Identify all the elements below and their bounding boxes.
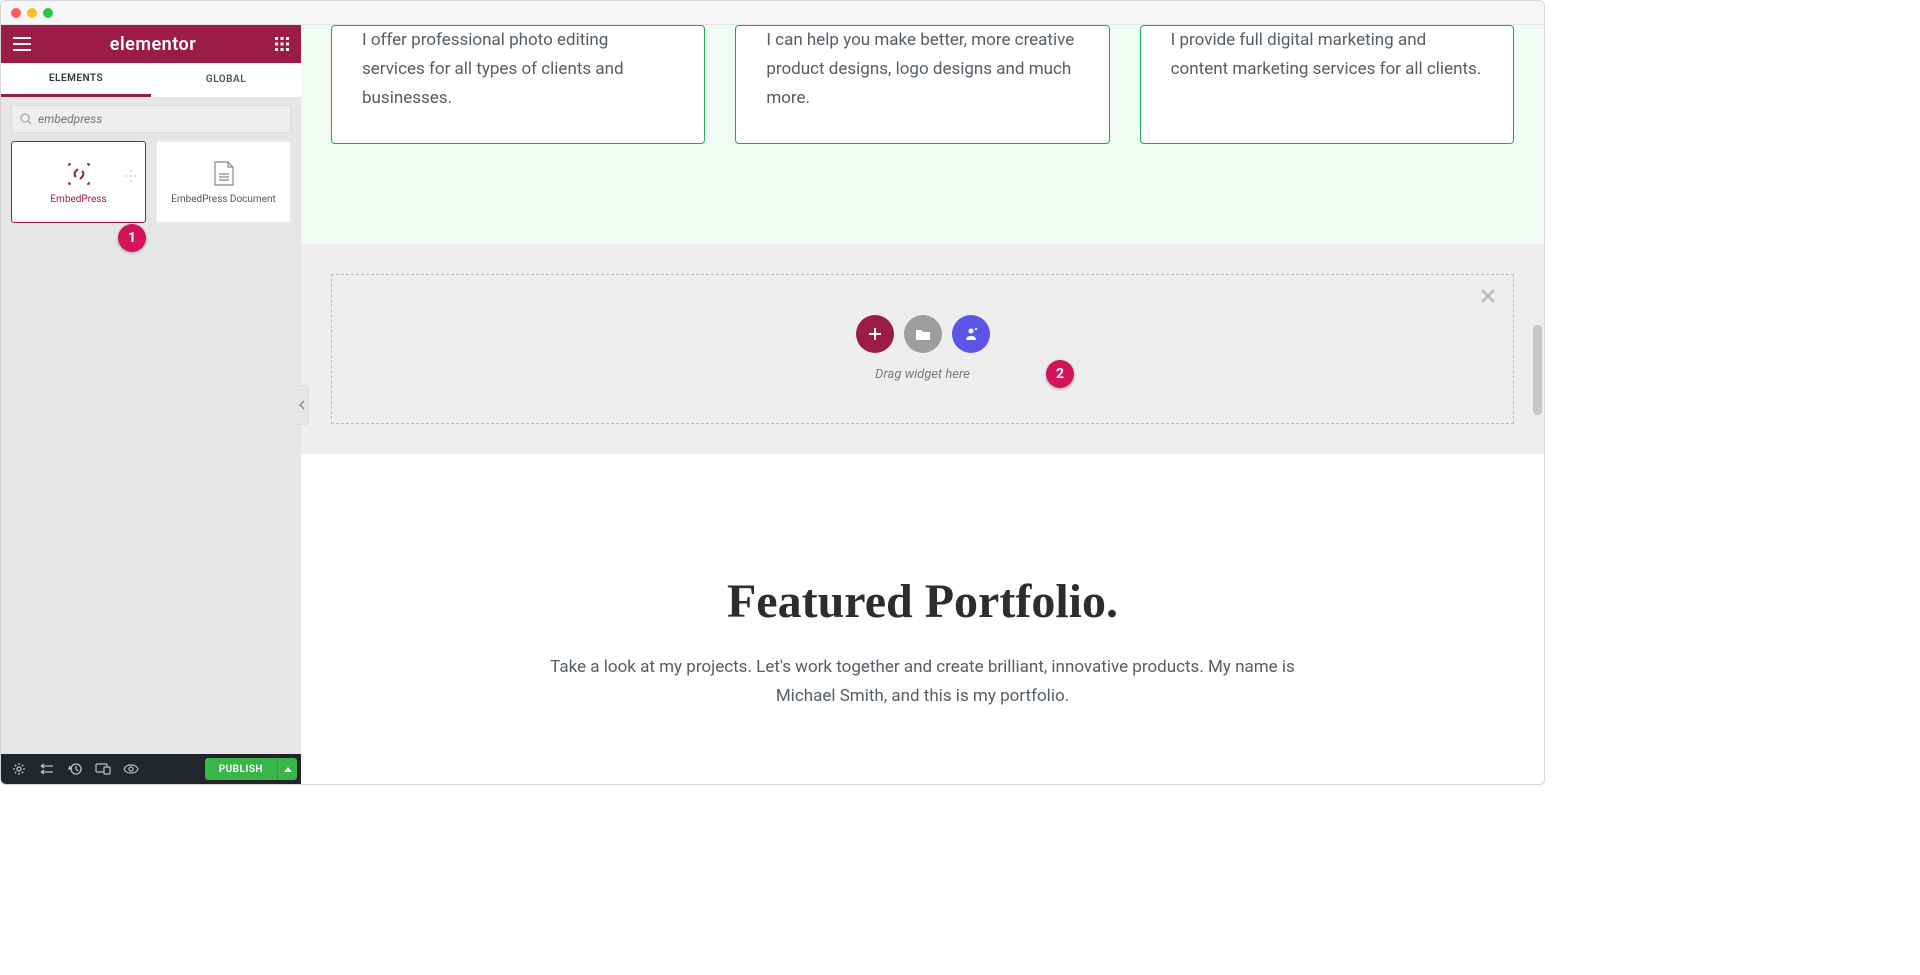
window-title-bar: [1, 1, 1544, 25]
close-icon[interactable]: [1479, 287, 1497, 305]
ai-button[interactable]: [952, 315, 990, 353]
widget-search[interactable]: [11, 105, 291, 133]
elementor-logo: elementor: [110, 34, 196, 55]
add-section-button[interactable]: [856, 315, 894, 353]
elementor-sidebar: elementor ELEMENTS GLOBAL: [1, 25, 301, 784]
scrollbar-thumb[interactable]: [1533, 325, 1542, 415]
widget-label: EmbedPress Document: [171, 194, 276, 205]
window-minimize-icon[interactable]: [27, 8, 37, 18]
service-text: I offer professional photo editing servi…: [362, 26, 674, 113]
document-icon: [210, 160, 238, 188]
navigator-icon[interactable]: [33, 754, 61, 784]
drop-zone-hint: Drag widget here: [875, 367, 970, 382]
embedpress-icon: [65, 160, 93, 188]
tab-global[interactable]: GLOBAL: [151, 63, 301, 97]
sidebar-footer: PUBLISH: [1, 754, 301, 784]
scrollbar[interactable]: [1530, 55, 1542, 780]
portfolio-description: Take a look at my projects. Let's work t…: [543, 653, 1303, 711]
service-text: I provide full digital marketing and con…: [1171, 26, 1483, 84]
publish-options-button[interactable]: [277, 758, 297, 780]
service-card[interactable]: I provide full digital marketing and con…: [1140, 25, 1514, 144]
tab-elements[interactable]: ELEMENTS: [1, 63, 151, 97]
widget-embedpress[interactable]: EmbedPress: [11, 141, 146, 223]
search-input[interactable]: [38, 112, 282, 126]
collapse-sidebar-button[interactable]: [295, 385, 309, 425]
settings-icon[interactable]: [5, 754, 33, 784]
portfolio-heading: Featured Portfolio.: [361, 574, 1484, 629]
editor-canvas: 2 I offer professional photo editing ser…: [301, 25, 1544, 784]
service-text: I can help you make better, more creativ…: [766, 26, 1078, 113]
publish-button[interactable]: PUBLISH: [205, 758, 277, 780]
add-template-button[interactable]: [904, 315, 942, 353]
search-icon: [20, 113, 32, 125]
widget-embedpress-document[interactable]: EmbedPress Document: [156, 141, 291, 223]
window-maximize-icon[interactable]: [43, 8, 53, 18]
history-icon[interactable]: [61, 754, 89, 784]
annotation-badge-2: 2: [1046, 360, 1074, 388]
sidebar-header: elementor: [1, 25, 301, 63]
widget-label: EmbedPress: [50, 194, 106, 205]
drag-handle-icon: [125, 170, 137, 182]
annotation-badge-1: 1: [118, 224, 146, 252]
service-card[interactable]: I offer professional photo editing servi…: [331, 25, 705, 144]
preview-icon[interactable]: [117, 754, 145, 784]
apps-grid-icon[interactable]: [275, 37, 289, 51]
widget-drop-zone[interactable]: Drag widget here: [331, 274, 1514, 424]
responsive-icon[interactable]: [89, 754, 117, 784]
service-card[interactable]: I can help you make better, more creativ…: [735, 25, 1109, 144]
menu-icon[interactable]: [13, 37, 31, 51]
window-close-icon[interactable]: [11, 8, 21, 18]
